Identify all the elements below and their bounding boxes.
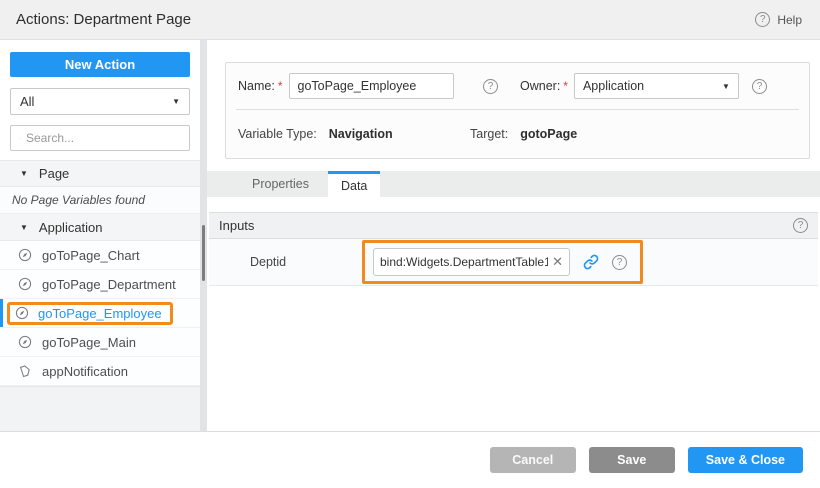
chevron-down-icon: ▼ <box>722 82 730 91</box>
navigation-icon <box>15 306 29 320</box>
sidebar-item-label: appNotification <box>42 364 128 379</box>
section-page-label: Page <box>39 166 69 181</box>
owner-select-value: Application <box>583 79 644 93</box>
section-page[interactable]: ▼ Page <box>0 160 200 187</box>
name-label: Name: <box>238 79 275 93</box>
sidebar-filler <box>0 386 200 431</box>
sidebar-item-label: goToPage_Main <box>42 335 136 350</box>
required-marker: * <box>563 79 568 93</box>
caret-down-icon: ▼ <box>20 223 28 232</box>
sidebar-item-label: goToPage_Chart <box>42 248 140 263</box>
target-label: Target: <box>470 127 508 141</box>
sidebar-item-gotopage-chart[interactable]: goToPage_Chart <box>0 241 200 270</box>
cancel-button[interactable]: Cancel <box>490 447 576 473</box>
help-icon[interactable]: ? <box>752 79 767 94</box>
sidebar-item-gotopage-employee[interactable]: goToPage_Employee <box>0 299 200 328</box>
input-row-deptid: Deptid bind:Widgets.DepartmentTable1.sel… <box>209 239 818 286</box>
owner-label: Owner: <box>520 79 560 93</box>
bind-link-icon[interactable] <box>582 253 600 271</box>
name-input[interactable] <box>289 73 454 99</box>
filter-select-value: All <box>20 94 34 109</box>
help-icon[interactable]: ? <box>793 218 808 233</box>
deptid-bind-value: bind:Widgets.DepartmentTable1.select <box>380 255 548 269</box>
actions-dialog: Actions: Department Page ? Help New Acti… <box>0 0 820 488</box>
dialog-header: Actions: Department Page ? Help <box>0 0 820 40</box>
navigation-icon <box>18 248 32 262</box>
deptid-label: Deptid <box>250 255 362 269</box>
name-owner-row: Name: * ? Owner: * Application ▼ ? <box>226 63 809 109</box>
action-detail-panel: Name: * ? Owner: * Application ▼ ? <box>207 40 820 431</box>
sidebar-item-gotopage-main[interactable]: goToPage_Main <box>0 328 200 357</box>
navigation-icon <box>18 335 32 349</box>
deptid-bind-input[interactable]: bind:Widgets.DepartmentTable1.select ✕ <box>373 248 570 276</box>
notification-icon <box>18 364 32 378</box>
section-application[interactable]: ▼ Application <box>0 214 200 241</box>
search-icon <box>19 132 20 145</box>
sidebar-item-label: goToPage_Employee <box>38 306 162 321</box>
tab-properties[interactable]: Properties <box>233 171 328 197</box>
page-empty-message: No Page Variables found <box>0 187 200 214</box>
sidebar-item-label: goToPage_Department <box>42 277 176 292</box>
caret-down-icon: ▼ <box>20 169 28 178</box>
tab-bar: Properties Data <box>207 171 820 197</box>
sidebar-divider <box>200 40 207 431</box>
actions-sidebar: New Action All ▼ ▼ Page No Page Variable… <box>0 40 200 431</box>
dialog-body: New Action All ▼ ▼ Page No Page Variable… <box>0 40 820 431</box>
inputs-panel-header: Inputs ? <box>209 212 818 239</box>
target-value: gotoPage <box>520 127 577 141</box>
required-marker: * <box>278 79 283 93</box>
sidebar-item-gotopage-department[interactable]: goToPage_Department <box>0 270 200 299</box>
action-summary-card: Name: * ? Owner: * Application ▼ ? <box>225 62 810 159</box>
variable-type-value: Navigation <box>329 127 393 141</box>
owner-select[interactable]: Application ▼ <box>574 73 739 99</box>
inputs-panel: Inputs ? Deptid bind:Widgets.DepartmentT… <box>209 212 818 286</box>
save-button[interactable]: Save <box>589 447 675 473</box>
new-action-button[interactable]: New Action <box>10 52 190 77</box>
sidebar-item-appnotification[interactable]: appNotification <box>0 357 200 386</box>
search-box <box>10 125 190 151</box>
help-button[interactable]: ? Help <box>755 12 802 27</box>
annotation-highlight: bind:Widgets.DepartmentTable1.select ✕ ? <box>362 240 643 284</box>
page-title: Actions: Department Page <box>16 11 191 28</box>
annotation-highlight: goToPage_Employee <box>7 302 173 325</box>
section-application-label: Application <box>39 220 103 235</box>
clear-icon[interactable]: ✕ <box>552 254 563 270</box>
type-target-row: Variable Type: Navigation Target: gotoPa… <box>226 110 809 158</box>
search-input[interactable] <box>26 131 181 145</box>
chevron-down-icon: ▼ <box>172 97 180 106</box>
help-icon[interactable]: ? <box>612 255 627 270</box>
navigation-icon <box>18 277 32 291</box>
save-and-close-button[interactable]: Save & Close <box>688 447 803 473</box>
scrollbar-thumb[interactable] <box>202 225 205 281</box>
tab-data[interactable]: Data <box>328 171 380 197</box>
dialog-footer: Cancel Save Save & Close <box>0 431 820 488</box>
variable-type-label: Variable Type: <box>238 127 317 141</box>
help-icon[interactable]: ? <box>483 79 498 94</box>
inputs-title: Inputs <box>219 218 254 233</box>
help-label: Help <box>777 13 802 27</box>
help-icon: ? <box>755 12 770 27</box>
filter-select[interactable]: All ▼ <box>10 88 190 115</box>
